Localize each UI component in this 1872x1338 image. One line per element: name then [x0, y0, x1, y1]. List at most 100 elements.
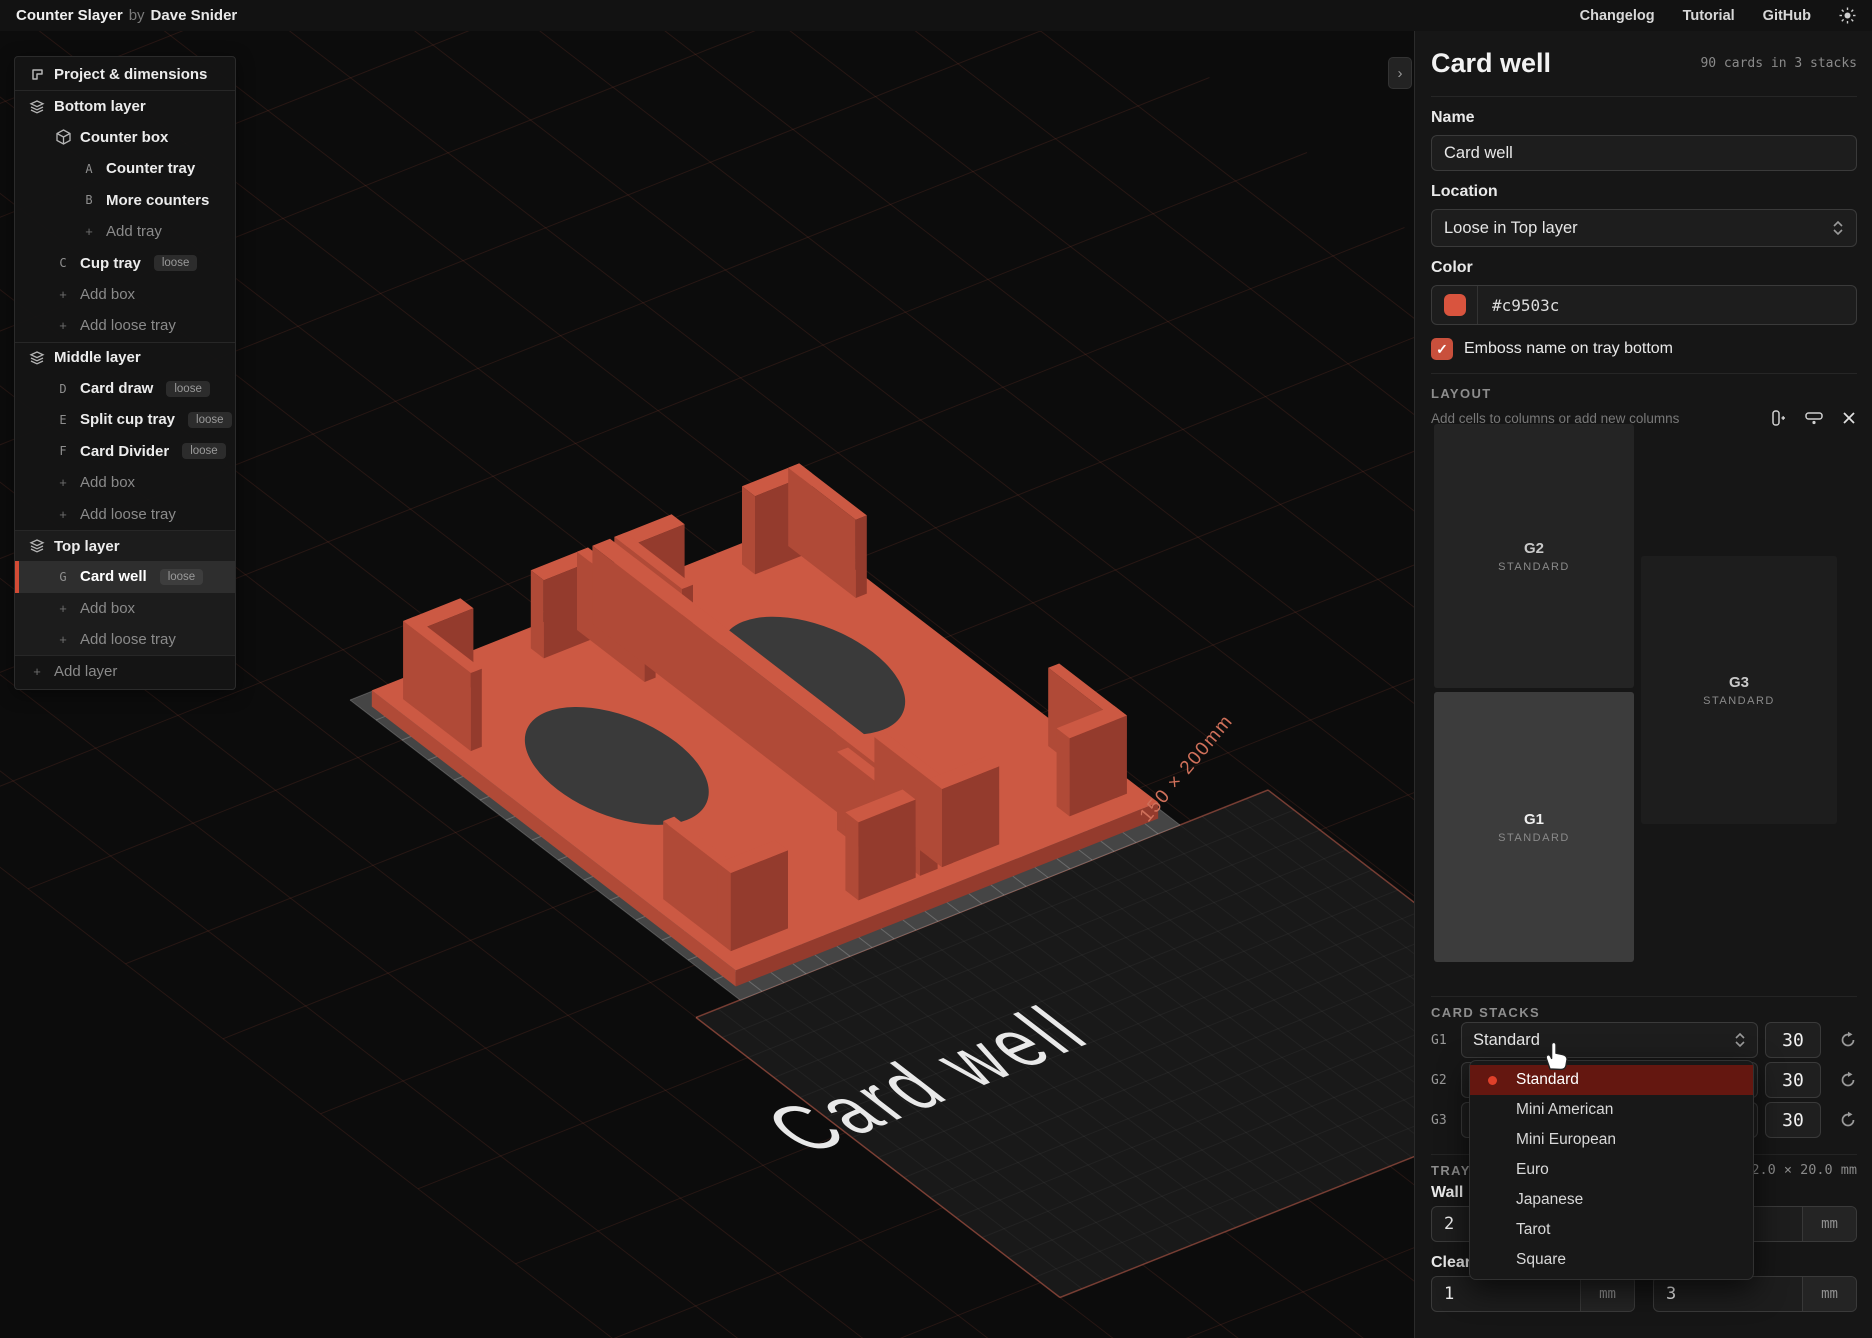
emboss-checkbox[interactable]: ✓ [1431, 338, 1453, 360]
sidebar-item-project-dimensions[interactable]: Project & dimensions [15, 59, 235, 90]
slot-letter-badge: D [55, 382, 71, 396]
layers-icon [29, 538, 45, 554]
slot-letter-badge: G [55, 570, 71, 584]
app-by: by [129, 7, 145, 24]
sidebar-item-add-layer[interactable]: +Add layer [15, 655, 235, 686]
sidebar-item-add-box[interactable]: +Add box [15, 467, 235, 498]
sidebar-item-middle-layer[interactable]: Middle layer [15, 342, 235, 373]
github-link[interactable]: GitHub [1763, 8, 1811, 24]
sidebar-item-counter-box[interactable]: Counter box [15, 122, 235, 153]
name-label: Name [1431, 109, 1857, 127]
chevrons-updown-icon [1832, 220, 1844, 236]
dropdown-option-mini-european[interactable]: Mini European [1470, 1125, 1753, 1155]
theme-toggle-sun-icon[interactable] [1839, 7, 1856, 24]
sidebar-item-label: Counter tray [106, 160, 195, 177]
card-count-input-g1[interactable]: 30 [1765, 1022, 1821, 1058]
layout-preview: G2 STANDARD G1 STANDARD G3 STANDARD [1431, 420, 1857, 968]
dropdown-option-euro[interactable]: Euro [1470, 1155, 1753, 1185]
card-count-input-g3[interactable]: 30 [1765, 1102, 1821, 1138]
sidebar-item-bottom-layer[interactable]: Bottom layer [15, 90, 235, 121]
layer-tree-sidebar: Project & dimensionsBottom layerCounter … [14, 56, 236, 690]
sidebar-item-more-counters[interactable]: BMore counters [15, 185, 235, 216]
stack-id-label: G3 [1431, 1113, 1461, 1128]
stack-row-g1: G1Standard30 [1431, 1020, 1857, 1060]
sidebar-item-add-loose-tray[interactable]: +Add loose tray [15, 624, 235, 655]
card-count-stats: 90 cards in 3 stacks [1700, 56, 1857, 71]
location-select[interactable]: Loose in Top layer [1431, 209, 1857, 247]
sidebar-item-top-layer[interactable]: Top layer [15, 530, 235, 561]
sidebar-item-label: Card well [80, 568, 147, 585]
card-type-select-g1[interactable]: Standard [1461, 1022, 1758, 1058]
clearance-inputs-row: 1 mm 3 mm [1431, 1276, 1857, 1312]
emboss-row: ✓ Emboss name on tray bottom [1431, 338, 1857, 374]
cube-icon [55, 129, 71, 145]
stack-id-label: G1 [1431, 1033, 1461, 1048]
layout-cell-g2[interactable]: G2 STANDARD [1434, 424, 1634, 688]
dropdown-option-japanese[interactable]: Japanese [1470, 1185, 1753, 1215]
plus-icon: + [55, 318, 71, 333]
card-count-input-g2[interactable]: 30 [1765, 1062, 1821, 1098]
layout-section-header: LAYOUT [1431, 386, 1857, 401]
sidebar-item-card-draw[interactable]: DCard drawloose [15, 373, 235, 404]
layers-icon [29, 99, 45, 115]
card-type-dropdown: StandardMini AmericanMini EuropeanEuroJa… [1469, 1060, 1754, 1280]
chevrons-updown-icon [1734, 1032, 1746, 1048]
plus-icon: + [55, 507, 71, 522]
layout-cell-g3[interactable]: G3 STANDARD [1641, 556, 1837, 824]
slot-letter-badge: B [81, 193, 97, 207]
sidebar-item-counter-tray[interactable]: A Counter tray [15, 153, 235, 184]
sidebar-item-split-cup-tray[interactable]: ESplit cup trayloose [15, 404, 235, 435]
clearance-input-left[interactable]: 1 mm [1431, 1276, 1635, 1312]
slot-letter-badge: E [55, 413, 71, 427]
sidebar-item-add-loose-tray[interactable]: + Add loose tray [15, 310, 235, 341]
sidebar-item-add-box[interactable]: +Add box [15, 593, 235, 624]
sidebar-item-label: Add loose tray [80, 506, 176, 523]
slot-letter-badge: C [55, 256, 71, 270]
dropdown-option-mini-american[interactable]: Mini American [1470, 1095, 1753, 1125]
name-input[interactable] [1431, 135, 1857, 171]
sidebar-item-add-tray[interactable]: + Add tray [15, 216, 235, 247]
loose-badge: loose [166, 381, 210, 397]
layout-cell-g1[interactable]: G1 STANDARD [1434, 692, 1634, 962]
rotate-stack-icon[interactable] [1821, 1071, 1857, 1089]
mm-unit: mm [1580, 1277, 1634, 1311]
color-row: #c9503c [1431, 285, 1857, 325]
dropdown-option-tarot[interactable]: Tarot [1470, 1215, 1753, 1245]
chevron-right-icon: › [1398, 65, 1403, 82]
card-stacks-header: CARD STACKS [1431, 1005, 1857, 1020]
dropdown-option-square[interactable]: Square [1470, 1245, 1753, 1275]
rotate-stack-icon[interactable] [1821, 1031, 1857, 1049]
panel-collapse-button[interactable]: › [1388, 57, 1412, 89]
slot-letter-badge: F [55, 444, 71, 458]
dropdown-option-standard[interactable]: Standard [1470, 1065, 1753, 1095]
color-hex-value[interactable]: #c9503c [1478, 296, 1559, 315]
sidebar-item-card-well[interactable]: G Card well loose [15, 561, 235, 592]
slot-letter-badge: A [81, 162, 97, 176]
plus-icon: + [81, 224, 97, 239]
sidebar-item-cup-tray[interactable]: CCup trayloose [15, 247, 235, 278]
sidebar-item-label: Cup tray [80, 255, 141, 272]
sidebar-item-add-box[interactable]: +Add box [15, 279, 235, 310]
plus-icon: + [29, 664, 45, 679]
sidebar-item-label: Middle layer [54, 349, 141, 366]
sidebar-item-label: Top layer [54, 538, 120, 555]
panel-title: Card well [1431, 48, 1551, 79]
color-picker-button[interactable] [1432, 286, 1478, 324]
rotate-stack-icon[interactable] [1821, 1111, 1857, 1129]
loose-badge: loose [188, 412, 232, 428]
sidebar-item-label: Add box [80, 600, 135, 617]
corner-icon [29, 67, 45, 83]
sidebar-item-label: Add loose tray [80, 317, 176, 334]
changelog-link[interactable]: Changelog [1580, 8, 1655, 24]
tutorial-link[interactable]: Tutorial [1683, 8, 1735, 24]
clearance-input-right[interactable]: 3 mm [1653, 1276, 1857, 1312]
app-author: Dave Snider [151, 7, 238, 24]
location-select-value: Loose in Top layer [1444, 219, 1578, 238]
mm-unit: mm [1802, 1277, 1856, 1311]
sidebar-item-add-loose-tray[interactable]: + Add loose tray [15, 498, 235, 529]
sidebar-item-card-divider[interactable]: FCard Dividerloose [15, 436, 235, 467]
sidebar-item-label: Add tray [106, 223, 162, 240]
color-swatch [1444, 294, 1466, 316]
emboss-label: Emboss name on tray bottom [1464, 340, 1673, 358]
loose-badge: loose [160, 569, 204, 585]
